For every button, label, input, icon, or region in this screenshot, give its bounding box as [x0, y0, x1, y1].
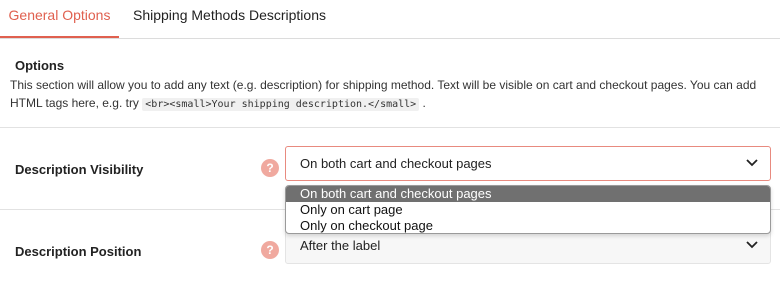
chevron-down-icon [746, 159, 758, 167]
visibility-dropdown-list: On both cart and checkout pages Only on … [285, 185, 771, 234]
description-visibility-label: Description Visibility [15, 162, 144, 177]
description-trailing: . [419, 96, 426, 110]
description-position-label: Description Position [15, 244, 142, 259]
chevron-down-icon [746, 241, 758, 249]
select-value: On both cart and checkout pages [300, 156, 492, 171]
dropdown-option[interactable]: On both cart and checkout pages [286, 186, 770, 202]
help-icon[interactable]: ? [261, 241, 279, 259]
tab-shipping-methods-descriptions[interactable]: Shipping Methods Descriptions [133, 0, 326, 37]
code-example: <br><small>Your shipping description.</s… [142, 98, 420, 111]
options-description: This section will allow you to add any t… [10, 76, 770, 114]
options-section-title: Options [15, 58, 65, 73]
dropdown-option[interactable]: Only on cart page [286, 202, 770, 218]
description-visibility-select[interactable]: On both cart and checkout pages [285, 146, 771, 181]
tab-general-options[interactable]: General Options [0, 0, 119, 38]
help-icon[interactable]: ? [261, 159, 279, 177]
dropdown-option[interactable]: Only on checkout page [286, 218, 770, 233]
tab-bar: General Options Shipping Methods Descrip… [0, 0, 780, 39]
divider [0, 127, 780, 128]
